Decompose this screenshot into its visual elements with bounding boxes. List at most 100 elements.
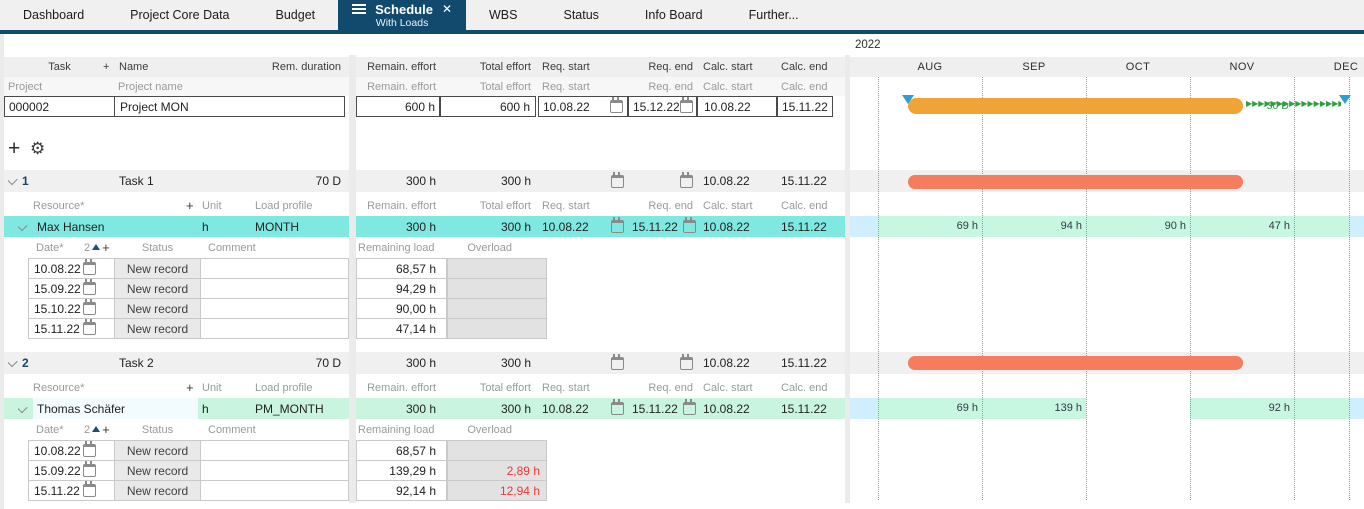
calendar-icon[interactable]: [683, 402, 696, 415]
gantt-task-bar[interactable]: [908, 175, 1243, 189]
column-header-calc-end[interactable]: Calc. end: [777, 195, 843, 216]
menu-icon[interactable]: [352, 3, 366, 15]
collapse-chevron-icon[interactable]: [18, 398, 32, 419]
column-header-remain-effort[interactable]: Remain. effort: [356, 377, 440, 398]
column-header-total-effort[interactable]: Total effort: [440, 377, 536, 398]
calendar-icon[interactable]: [611, 402, 624, 415]
task-calc-end-cell[interactable]: 15.11.22: [777, 352, 843, 374]
calendar-icon[interactable]: [83, 322, 96, 335]
calendar-icon[interactable]: [83, 282, 96, 295]
column-header-remain-effort[interactable]: Remain. effort: [356, 57, 440, 77]
project-total-effort-cell[interactable]: 600 h: [440, 96, 536, 117]
calendar-icon[interactable]: [611, 357, 624, 370]
add-column-icon[interactable]: +: [186, 195, 198, 216]
collapse-chevron-icon[interactable]: [8, 352, 22, 374]
task-remain-effort-cell[interactable]: 300 h: [356, 352, 440, 374]
column-header-calc-end[interactable]: Calc. end: [777, 57, 843, 77]
gantt-task-bar[interactable]: [908, 356, 1243, 370]
column-header-req-end[interactable]: Req. end: [628, 57, 697, 77]
resource-row[interactable]: Max Hansen h MONTH 300 h 300 h 10.08.22 …: [4, 216, 845, 237]
calendar-icon[interactable]: [680, 100, 693, 113]
resource-load-profile-cell[interactable]: MONTH: [255, 216, 345, 237]
tab-item[interactable]: Schedule ✕ With Loads: [338, 0, 466, 32]
resource-unit-cell[interactable]: h: [202, 216, 242, 237]
tab-item[interactable]: Status ✕: [540, 0, 621, 30]
task-req-end-cell[interactable]: [628, 352, 697, 374]
resource-name-cell[interactable]: Max Hansen: [33, 216, 198, 237]
column-header-resource[interactable]: Resource*: [33, 377, 113, 398]
record-date-cell[interactable]: 15.11.22: [28, 318, 115, 339]
column-header-calc-end[interactable]: Calc. end: [777, 377, 843, 398]
column-header-remaining-load[interactable]: Remaining load: [358, 237, 448, 258]
column-header-req-start[interactable]: Req. start: [538, 195, 628, 216]
resource-req-end-cell[interactable]: 15.11.22: [628, 398, 697, 419]
resource-remain-effort-cell[interactable]: 300 h: [356, 398, 440, 419]
resource-calc-start-cell[interactable]: 10.08.22: [697, 216, 777, 237]
resource-row[interactable]: Thomas Schäfer h PM_MONTH 300 h 300 h 10…: [4, 398, 845, 419]
record-comment-cell[interactable]: [200, 460, 349, 481]
project-calc-end-cell[interactable]: 15.11.22: [777, 96, 833, 117]
column-header-remain-effort[interactable]: Remain. effort: [356, 195, 440, 216]
task-calc-end-cell[interactable]: 15.11.22: [777, 170, 843, 192]
task-calc-start-cell[interactable]: 10.08.22: [697, 352, 777, 374]
calendar-icon[interactable]: [611, 175, 624, 188]
record-comment-cell[interactable]: [200, 440, 349, 461]
column-header-overload[interactable]: Overload: [447, 419, 512, 440]
record-comment-cell[interactable]: [200, 278, 349, 299]
resource-remain-effort-cell[interactable]: 300 h: [356, 216, 440, 237]
project-name-cell[interactable]: Project MON: [114, 96, 345, 117]
record-date-cell[interactable]: 15.09.22: [28, 460, 115, 481]
resource-calc-end-cell[interactable]: 15.11.22: [777, 216, 843, 237]
resource-name-cell[interactable]: Thomas Schäfer: [33, 398, 198, 419]
column-header-total-effort[interactable]: Total effort: [440, 57, 536, 77]
resource-unit-cell[interactable]: h: [202, 398, 242, 419]
calendar-icon[interactable]: [83, 444, 96, 457]
tab-item[interactable]: Project Core Data ✕: [107, 0, 252, 30]
column-header-load-profile[interactable]: Load profile: [255, 195, 335, 216]
column-header-req-end[interactable]: Req. end: [628, 195, 697, 216]
column-header-req-start[interactable]: Req. start: [538, 377, 628, 398]
record-remaining-load-cell[interactable]: 92,14 h: [356, 480, 447, 501]
calendar-icon[interactable]: [83, 464, 96, 477]
calendar-icon[interactable]: [680, 175, 693, 188]
column-header-task[interactable]: Task: [4, 57, 115, 77]
record-date-cell[interactable]: 15.11.22: [28, 480, 115, 501]
project-req-end-cell[interactable]: 15.12.22: [628, 96, 697, 117]
task-remain-effort-cell[interactable]: 300 h: [356, 170, 440, 192]
calendar-icon[interactable]: [610, 100, 623, 113]
resource-calc-end-cell[interactable]: 15.11.22: [777, 398, 843, 419]
record-date-cell[interactable]: 15.10.22: [28, 298, 115, 319]
gantt-splitter[interactable]: [845, 55, 850, 503]
resource-total-effort-cell[interactable]: 300 h: [440, 398, 536, 419]
record-status-cell[interactable]: New record: [114, 298, 201, 319]
record-status-cell[interactable]: New record: [114, 318, 201, 339]
gantt-project-bar[interactable]: [908, 98, 1243, 114]
resource-req-start-cell[interactable]: 10.08.22: [538, 398, 628, 419]
task-rem-duration-cell[interactable]: 70 D: [238, 170, 343, 192]
record-comment-cell[interactable]: [200, 298, 349, 319]
column-header-req-end[interactable]: Req. end: [628, 377, 697, 398]
close-icon[interactable]: ✕: [442, 2, 452, 16]
resource-load-profile-cell[interactable]: PM_MONTH: [255, 398, 345, 419]
project-id-cell[interactable]: 000002: [4, 96, 115, 117]
project-remain-effort-cell[interactable]: 600 h: [356, 96, 440, 117]
column-header-total-effort[interactable]: Total effort: [440, 195, 536, 216]
add-column-icon[interactable]: +: [186, 377, 198, 398]
resource-total-effort-cell[interactable]: 300 h: [440, 216, 536, 237]
calendar-icon[interactable]: [83, 484, 96, 497]
record-remaining-load-cell[interactable]: 139,29 h: [356, 460, 447, 481]
column-header-req-start[interactable]: Req. start: [538, 57, 628, 77]
settings-gear-icon[interactable]: ⚙: [30, 135, 50, 163]
tab-item[interactable]: Dashboard ✕: [0, 0, 107, 30]
column-header-unit[interactable]: Unit: [202, 377, 242, 398]
record-comment-cell[interactable]: [200, 318, 349, 339]
gantt-milestone-marker-icon[interactable]: [902, 95, 914, 104]
record-remaining-load-cell[interactable]: 68,57 h: [356, 440, 447, 461]
column-header-calc-start[interactable]: Calc. start: [697, 195, 777, 216]
add-record-icon[interactable]: +: [102, 240, 110, 255]
project-calc-start-cell[interactable]: 10.08.22: [697, 96, 777, 117]
column-header-status[interactable]: Status: [114, 237, 201, 258]
column-header-date[interactable]: Date*: [36, 237, 86, 258]
record-status-cell[interactable]: New record: [114, 460, 201, 481]
record-comment-cell[interactable]: [200, 480, 349, 501]
